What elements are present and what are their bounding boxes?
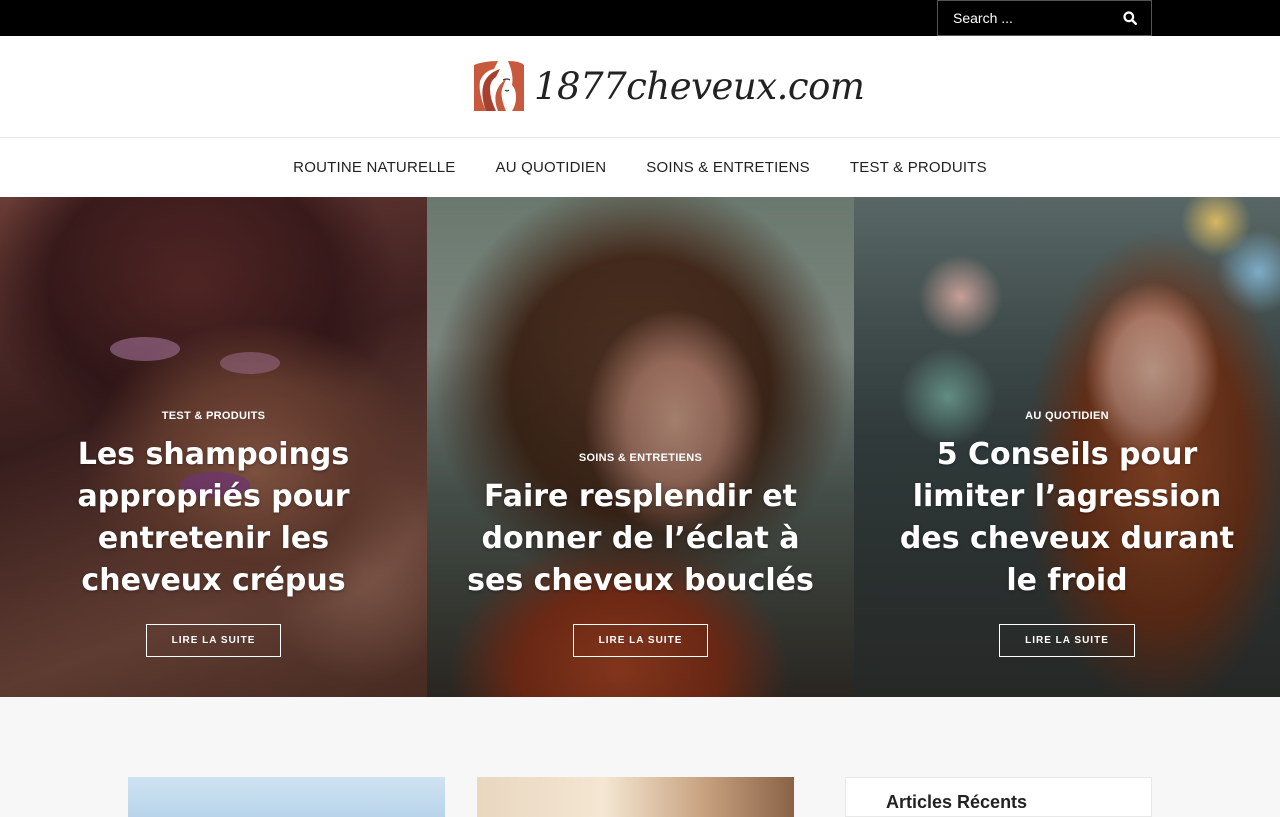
read-more-button-3[interactable]: LIRE LA SUITE: [999, 624, 1135, 657]
site-logo[interactable]: 1877cheveux.com: [472, 58, 865, 114]
slide-category-2[interactable]: SOINS & ENTRETIENS: [579, 452, 702, 464]
search-input[interactable]: [938, 1, 1113, 35]
post-card-thumbnail-1[interactable]: [128, 777, 445, 817]
slide-content-3: AU QUOTIDIEN 5 Conseils pour limiter l’a…: [854, 406, 1280, 657]
read-more-button-2[interactable]: LIRE LA SUITE: [572, 624, 709, 657]
nav-item-au-quotidien[interactable]: AU QUOTIDIEN: [496, 159, 607, 176]
recent-posts-widget: Articles Récents: [845, 777, 1152, 817]
slide-content-2: SOINS & ENTRETIENS Faire resplendir et d…: [427, 448, 854, 657]
nav-item-test-produits[interactable]: TEST & PRODUITS: [850, 159, 987, 176]
main-nav: ROUTINE NATURELLE AU QUOTIDIEN SOINS & E…: [0, 138, 1280, 197]
post-card-thumbnail-2[interactable]: [477, 777, 794, 817]
top-bar: [0, 0, 1280, 36]
featured-slide-2: SOINS & ENTRETIENS Faire resplendir et d…: [427, 197, 854, 697]
site-header: 1877cheveux.com: [0, 36, 1280, 138]
featured-slide-1: TEST & PRODUITS Les shampoings approprié…: [0, 197, 427, 697]
search-button[interactable]: [1109, 1, 1151, 35]
site-logo-text: 1877cheveux.com: [534, 64, 865, 108]
slide-title-2[interactable]: Faire resplendir et donner de l’éclat à …: [457, 476, 824, 602]
slide-title-1[interactable]: Les shampoings appropriés pour entreteni…: [30, 434, 397, 602]
slide-content-1: TEST & PRODUITS Les shampoings approprié…: [0, 406, 427, 657]
slide-category-3[interactable]: AU QUOTIDIEN: [1025, 410, 1109, 422]
featured-slide-3: AU QUOTIDIEN 5 Conseils pour limiter l’a…: [854, 197, 1280, 697]
slide-category-1[interactable]: TEST & PRODUITS: [162, 410, 266, 422]
nav-item-soins-entretiens[interactable]: SOINS & ENTRETIENS: [646, 159, 810, 176]
search-form: [937, 0, 1152, 36]
search-icon: [1123, 11, 1137, 25]
widget-title: Articles Récents: [886, 792, 1028, 812]
nav-item-routine-naturelle[interactable]: ROUTINE NATURELLE: [293, 159, 455, 176]
face-hair-icon: [473, 60, 525, 112]
read-more-button-1[interactable]: LIRE LA SUITE: [145, 624, 282, 657]
featured-slider: TEST & PRODUITS Les shampoings approprié…: [0, 197, 1280, 697]
slide-title-3[interactable]: 5 Conseils pour limiter l’agression des …: [884, 434, 1250, 602]
